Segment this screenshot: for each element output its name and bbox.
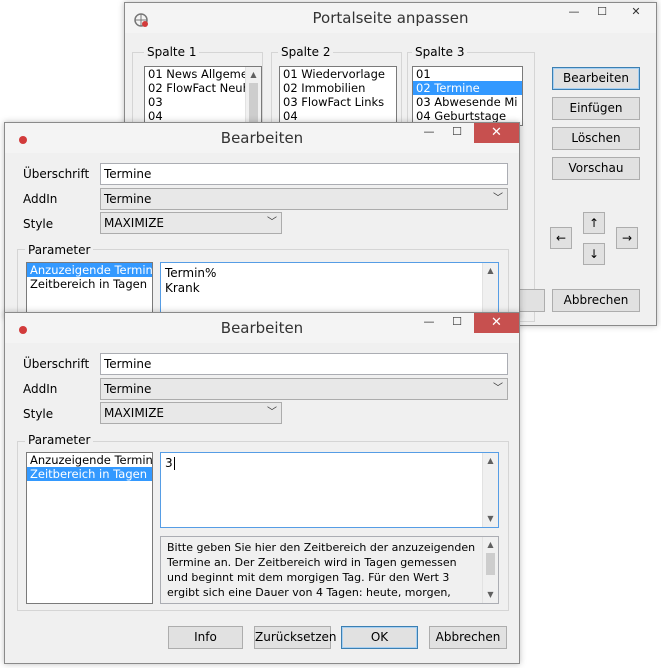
reset-button[interactable]: Zurücksetzen bbox=[254, 626, 337, 649]
column-3-list[interactable]: 01 02 Termine 03 Abwesende Mi 04 Geburts… bbox=[412, 66, 523, 126]
text-caret bbox=[173, 457, 175, 470]
list-item[interactable]: 04 Geburtstage bbox=[413, 109, 522, 123]
portal-titlebar: Portalseite anpassen — ☐ ✕ bbox=[125, 3, 656, 33]
style-select[interactable]: MAXIMIZE ﹀ bbox=[100, 402, 282, 424]
ok-button-partial[interactable] bbox=[517, 289, 545, 312]
scrollbar[interactable]: ▲ ▼ bbox=[482, 453, 498, 527]
addin-label: AddIn bbox=[23, 192, 58, 206]
list-item[interactable]: 04 bbox=[145, 109, 261, 123]
move-down-button[interactable]: ↓ bbox=[583, 243, 605, 265]
heading-label: Überschrift bbox=[23, 357, 90, 371]
scroll-up-icon[interactable]: ▲ bbox=[483, 453, 498, 469]
addin-select[interactable]: Termine ﹀ bbox=[100, 378, 508, 400]
list-item[interactable]: Anzuzeigende Termina bbox=[27, 453, 152, 467]
addin-select[interactable]: Termine ﹀ bbox=[100, 188, 508, 210]
column-3-label: Spalte 3 bbox=[412, 45, 468, 59]
list-item[interactable]: 02 Immobilien bbox=[280, 81, 396, 95]
ok-button[interactable]: OK bbox=[341, 626, 418, 649]
close-button[interactable]: ✕ bbox=[622, 3, 650, 23]
insert-button[interactable]: Einfügen bbox=[552, 97, 640, 120]
column-1-label: Spalte 1 bbox=[144, 45, 200, 59]
maximize-button[interactable]: ☐ bbox=[443, 313, 471, 333]
cancel-button[interactable]: Abbrechen bbox=[429, 626, 507, 649]
scrollbar[interactable]: ▲ bbox=[245, 67, 261, 125]
addin-value: Termine bbox=[104, 192, 152, 206]
minimize-button[interactable]: — bbox=[415, 313, 443, 333]
list-item[interactable]: 03 bbox=[145, 95, 261, 109]
style-label: Style bbox=[23, 217, 54, 231]
info-button[interactable]: Info bbox=[168, 626, 243, 649]
list-item[interactable]: 04 bbox=[280, 109, 396, 123]
addin-label: AddIn bbox=[23, 382, 58, 396]
edit-button[interactable]: Bearbeiten bbox=[552, 67, 640, 90]
scroll-up-icon[interactable]: ▲ bbox=[246, 67, 261, 83]
style-select[interactable]: MAXIMIZE ﹀ bbox=[100, 212, 282, 234]
edit-dialog-2: Bearbeiten — ☐ ✕ Überschrift Termine Add… bbox=[4, 312, 520, 664]
maximize-button[interactable]: ☐ bbox=[443, 123, 471, 143]
close-button[interactable]: ✕ bbox=[474, 313, 519, 333]
cancel-button[interactable]: Abbrechen bbox=[552, 289, 640, 312]
heading-input[interactable]: Termine bbox=[100, 163, 508, 185]
value-text: 3 bbox=[165, 456, 173, 470]
delete-button[interactable]: Löschen bbox=[552, 127, 640, 150]
parameter-value-input[interactable]: 3 ▲ ▼ bbox=[160, 452, 499, 528]
column-2-label: Spalte 2 bbox=[278, 45, 334, 59]
list-item[interactable]: Zeitbereich in Tagen bbox=[27, 277, 152, 291]
list-item[interactable]: 03 Abwesende Mi bbox=[413, 95, 522, 109]
parameter-label: Parameter bbox=[25, 433, 94, 447]
dialog-1-titlebar: Bearbeiten — ☐ ✕ bbox=[5, 123, 519, 153]
close-button[interactable]: ✕ bbox=[474, 123, 519, 143]
heading-label: Überschrift bbox=[23, 167, 90, 181]
description-text: Bitte geben Sie hier den Zeitbereich der… bbox=[167, 541, 476, 603]
maximize-button[interactable]: ☐ bbox=[588, 3, 616, 23]
move-right-button[interactable]: → bbox=[616, 227, 638, 249]
parameter-list[interactable]: Anzuzeigende Termina Zeitbereich in Tage… bbox=[26, 452, 153, 604]
edit-dialog-1: Bearbeiten — ☐ ✕ Überschrift Termine Add… bbox=[4, 122, 520, 322]
list-item-selected[interactable]: Anzuzeigende Termina bbox=[27, 263, 152, 277]
scroll-down-icon[interactable]: ▼ bbox=[483, 511, 498, 527]
scroll-up-icon[interactable]: ▲ bbox=[483, 537, 498, 553]
scroll-thumb[interactable] bbox=[249, 83, 258, 123]
minimize-button[interactable]: — bbox=[415, 123, 443, 143]
chevron-down-icon: ﹀ bbox=[493, 193, 503, 204]
column-2-list[interactable]: 01 Wiedervorlage 02 Immobilien 03 FlowFa… bbox=[279, 66, 397, 126]
heading-input[interactable]: Termine bbox=[100, 353, 508, 375]
list-item[interactable]: 01 News Allgemei bbox=[145, 67, 261, 81]
move-up-button[interactable]: ↑ bbox=[583, 212, 605, 234]
move-left-button[interactable]: ← bbox=[550, 227, 572, 249]
chevron-down-icon: ﹀ bbox=[267, 217, 277, 228]
style-label: Style bbox=[23, 407, 54, 421]
scroll-down-icon[interactable]: ▼ bbox=[483, 587, 498, 603]
list-item[interactable]: 01 Wiedervorlage bbox=[280, 67, 396, 81]
value-line: Termin% bbox=[165, 266, 217, 280]
preview-button[interactable]: Vorschau bbox=[552, 157, 640, 180]
scroll-up-icon[interactable]: ▲ bbox=[483, 263, 498, 279]
dialog-2-titlebar: Bearbeiten — ☐ ✕ bbox=[5, 313, 519, 343]
style-value: MAXIMIZE bbox=[104, 216, 165, 230]
chevron-down-icon: ﹀ bbox=[493, 383, 503, 394]
minimize-button[interactable]: — bbox=[560, 3, 588, 23]
scroll-thumb[interactable] bbox=[486, 553, 495, 575]
value-line: Krank bbox=[165, 281, 200, 295]
list-item-selected[interactable]: 02 Termine bbox=[413, 81, 522, 95]
style-value: MAXIMIZE bbox=[104, 406, 165, 420]
list-item[interactable]: 01 bbox=[413, 67, 522, 81]
column-1-list[interactable]: 01 News Allgemei 02 FlowFact Neuh 03 04 … bbox=[144, 66, 262, 126]
parameter-label: Parameter bbox=[25, 243, 94, 257]
parameter-description: Bitte geben Sie hier den Zeitbereich der… bbox=[160, 536, 499, 604]
list-item[interactable]: 03 FlowFact Links bbox=[280, 95, 396, 109]
list-item-selected[interactable]: Zeitbereich in Tagen bbox=[27, 467, 152, 481]
addin-value: Termine bbox=[104, 382, 152, 396]
scrollbar[interactable]: ▲ ▼ bbox=[482, 537, 498, 603]
list-item[interactable]: 02 FlowFact Neuh bbox=[145, 81, 261, 95]
chevron-down-icon: ﹀ bbox=[267, 407, 277, 418]
